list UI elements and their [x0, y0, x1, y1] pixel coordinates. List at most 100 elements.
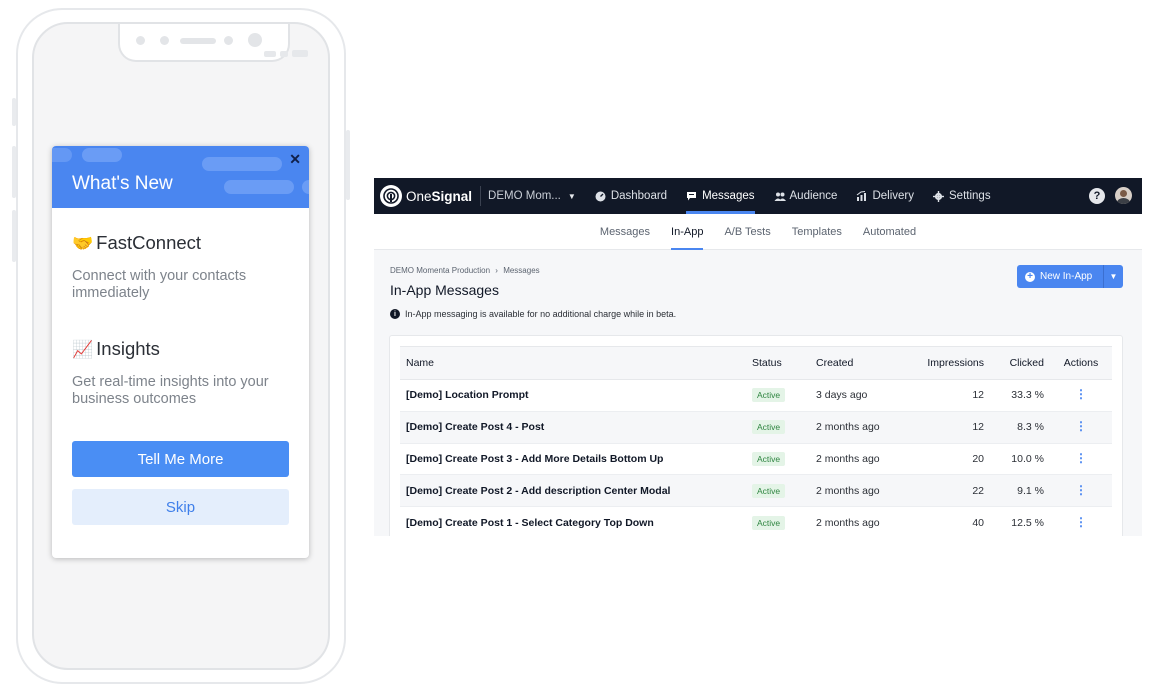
- sensor-icon: [224, 36, 233, 45]
- column-header-actions: Actions: [1050, 346, 1112, 380]
- breadcrumb-parent[interactable]: DEMO Momenta Production: [390, 266, 490, 275]
- more-vertical-icon[interactable]: ⋮: [1075, 516, 1087, 528]
- header-decoration: [302, 180, 309, 194]
- table-row[interactable]: [Demo] Location Prompt Active 3 days ago…: [400, 379, 1112, 412]
- impressions-cell: 40: [920, 506, 990, 536]
- avatar[interactable]: [1115, 187, 1132, 204]
- table-header-row: Name Status Created Impressions Clicked …: [400, 346, 1112, 380]
- more-vertical-icon[interactable]: ⋮: [1075, 452, 1087, 464]
- nav-settings[interactable]: Settings: [933, 178, 991, 214]
- delivery-icon: [856, 190, 867, 202]
- tab-ab-tests[interactable]: A/B Tests: [724, 214, 770, 250]
- in-app-messages-table: Name Status Created Impressions Clicked …: [400, 346, 1112, 536]
- message-name[interactable]: [Demo] Location Prompt: [400, 379, 746, 412]
- message-name[interactable]: [Demo] Create Post 1 - Select Category T…: [400, 506, 746, 536]
- feature-description: Get real-time insights into your busines…: [72, 374, 269, 407]
- settings-icon: [933, 190, 945, 202]
- clicked-cell: 33.3 %: [990, 379, 1050, 412]
- tab-automated[interactable]: Automated: [863, 214, 916, 250]
- column-header-created[interactable]: Created: [810, 346, 920, 380]
- tab-in-app[interactable]: In-App: [671, 214, 704, 250]
- nav-label: Settings: [949, 190, 991, 202]
- page-title: In-App Messages: [390, 282, 499, 298]
- nav-messages[interactable]: Messages: [686, 178, 755, 214]
- nav-audience[interactable]: Audience: [774, 178, 838, 214]
- more-vertical-icon[interactable]: ⋮: [1075, 484, 1087, 496]
- created-cell: 2 months ago: [810, 506, 920, 536]
- app-selector[interactable]: DEMO Mom... ▼: [488, 190, 576, 202]
- nav-label: Dashboard: [610, 190, 668, 202]
- more-vertical-icon[interactable]: ⋮: [1075, 420, 1087, 432]
- nav-delivery[interactable]: Delivery: [856, 178, 914, 214]
- table-row[interactable]: [Demo] Create Post 4 - Post Active 2 mon…: [400, 411, 1112, 444]
- nav-dashboard[interactable]: Dashboard: [595, 178, 667, 214]
- feature-description: Connect with your contacts immediately: [72, 268, 247, 301]
- message-name[interactable]: [Demo] Create Post 3 - Add More Details …: [400, 443, 746, 476]
- dashboard-icon: [595, 191, 606, 202]
- feature-title-fastconnect: 🤝 FastConnect: [72, 232, 201, 254]
- onesignal-logo-icon: [380, 185, 402, 207]
- phone-power-button: [346, 130, 350, 200]
- new-in-app-dropdown-toggle[interactable]: ▼: [1103, 265, 1123, 288]
- modal-header: What's New ✕: [52, 146, 309, 208]
- whats-new-modal: What's New ✕ 🤝 FastConnect Connect with …: [52, 146, 309, 558]
- sub-navigation: Messages In-App A/B Tests Templates Auto…: [374, 214, 1142, 250]
- status-cell: Active: [746, 506, 810, 536]
- nav-label: Audience: [789, 190, 838, 202]
- more-vertical-icon[interactable]: ⋮: [1075, 388, 1087, 400]
- sensor-icon: [160, 36, 169, 45]
- status-bar-icons: [264, 50, 308, 57]
- battery-icon: [292, 50, 308, 57]
- modal-title: What's New: [72, 173, 173, 194]
- in-app-messages-card: Name Status Created Impressions Clicked …: [389, 335, 1123, 536]
- phone-mute-button: [12, 98, 16, 126]
- nav-label: Delivery: [872, 190, 915, 202]
- message-name[interactable]: [Demo] Create Post 2 - Add description C…: [400, 474, 746, 508]
- tab-templates[interactable]: Templates: [792, 214, 842, 250]
- status-cell: Active: [746, 379, 810, 412]
- signal-icon: [264, 50, 276, 57]
- sensor-icon: [136, 36, 145, 45]
- impressions-cell: 22: [920, 474, 990, 508]
- clicked-cell: 9.1 %: [990, 474, 1050, 508]
- header-decoration: [52, 148, 72, 162]
- camera-icon: [248, 33, 262, 47]
- top-navigation: OneSignal DEMO Mom... ▼ Dashboard Messag…: [374, 178, 1142, 214]
- breadcrumb-current[interactable]: Messages: [503, 266, 539, 275]
- new-in-app-button-group: + New In-App ▼: [1017, 265, 1123, 288]
- feature-title-insights: 📈 Insights: [72, 338, 160, 360]
- column-header-impressions[interactable]: Impressions: [920, 346, 990, 380]
- impressions-cell: 12: [920, 379, 990, 412]
- table-row[interactable]: [Demo] Create Post 2 - Add description C…: [400, 474, 1112, 508]
- close-icon[interactable]: ✕: [289, 151, 301, 168]
- onesignal-logo[interactable]: OneSignal: [380, 178, 472, 214]
- column-header-status[interactable]: Status: [746, 346, 810, 380]
- messages-icon: [686, 191, 697, 202]
- table-row[interactable]: [Demo] Create Post 3 - Add More Details …: [400, 443, 1112, 476]
- tell-me-more-button[interactable]: Tell Me More: [72, 441, 289, 477]
- breadcrumb: DEMO Momenta Production › Messages: [390, 266, 540, 275]
- actions-cell: ⋮: [1050, 474, 1112, 508]
- tab-messages[interactable]: Messages: [600, 214, 650, 250]
- new-in-app-button[interactable]: + New In-App: [1017, 265, 1103, 288]
- breadcrumb-separator: ›: [495, 266, 498, 275]
- clicked-cell: 10.0 %: [990, 443, 1050, 476]
- info-text: In-App messaging is available for no add…: [405, 309, 677, 319]
- feature-title-label: Insights: [96, 338, 160, 359]
- column-header-clicked[interactable]: Clicked: [990, 346, 1050, 380]
- info-icon: i: [390, 309, 400, 319]
- impressions-cell: 20: [920, 443, 990, 476]
- message-name[interactable]: [Demo] Create Post 4 - Post: [400, 411, 746, 444]
- audience-icon: [774, 191, 786, 202]
- caret-down-icon: ▼: [567, 191, 576, 201]
- skip-button[interactable]: Skip: [72, 489, 289, 525]
- status-badge: Active: [752, 483, 786, 498]
- actions-cell: ⋮: [1050, 506, 1112, 536]
- phone-volume-up-button: [12, 146, 16, 198]
- created-cell: 2 months ago: [810, 474, 920, 508]
- table-row[interactable]: [Demo] Create Post 1 - Select Category T…: [400, 506, 1112, 536]
- plus-circle-icon: +: [1025, 271, 1035, 282]
- column-header-name[interactable]: Name: [400, 346, 746, 380]
- header-decoration: [82, 148, 122, 162]
- help-icon[interactable]: ?: [1089, 187, 1105, 204]
